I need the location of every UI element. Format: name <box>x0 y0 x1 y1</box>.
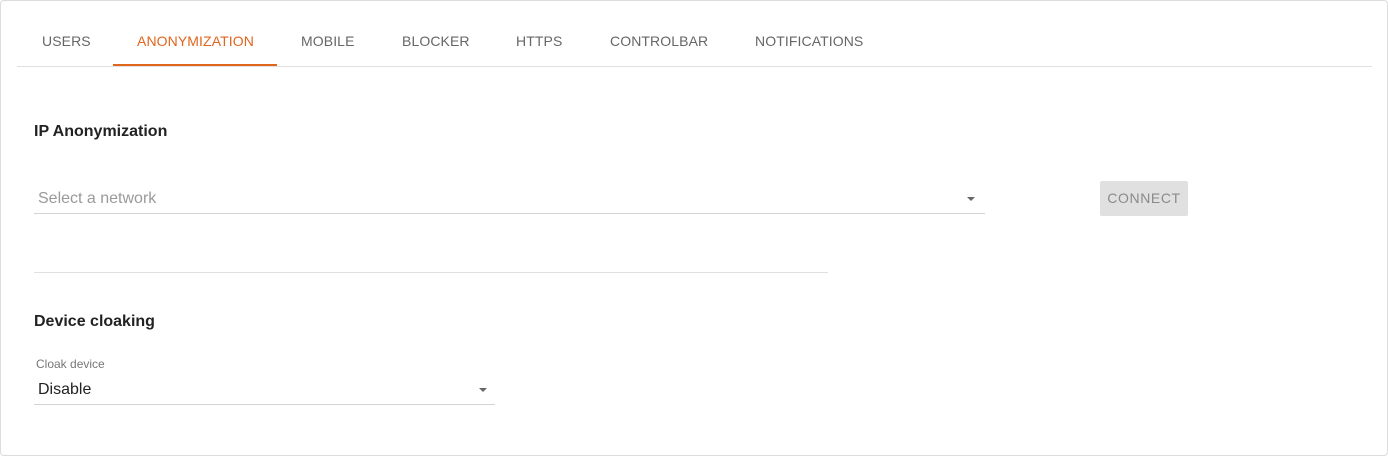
section-divider <box>34 272 828 273</box>
tab-https[interactable]: HTTPS <box>516 17 562 66</box>
tab-notifications[interactable]: NOTIFICATIONS <box>755 17 863 66</box>
network-select[interactable]: Select a network <box>34 184 985 214</box>
active-tab-indicator <box>113 64 277 66</box>
caret-down-icon <box>479 388 487 392</box>
cloak-device-select[interactable]: Disable <box>34 377 495 405</box>
settings-card: USERS ANONYMIZATION MOBILE BLOCKER HTTPS… <box>0 0 1388 456</box>
cloak-device-label: Cloak device <box>36 357 105 371</box>
tab-blocker[interactable]: BLOCKER <box>402 17 470 66</box>
tab-users[interactable]: USERS <box>42 17 91 66</box>
caret-down-icon <box>967 197 975 201</box>
tab-mobile[interactable]: MOBILE <box>301 17 355 66</box>
connect-button[interactable]: CONNECT <box>1100 181 1188 216</box>
ip-anonymization-title: IP Anonymization <box>34 123 168 140</box>
network-select-placeholder: Select a network <box>38 190 157 207</box>
tab-bar: USERS ANONYMIZATION MOBILE BLOCKER HTTPS… <box>17 17 1372 67</box>
device-cloaking-title: Device cloaking <box>34 313 155 330</box>
cloak-device-value: Disable <box>38 381 92 398</box>
tab-controlbar[interactable]: CONTROLBAR <box>610 17 708 66</box>
tab-anonymization[interactable]: ANONYMIZATION <box>137 17 254 66</box>
